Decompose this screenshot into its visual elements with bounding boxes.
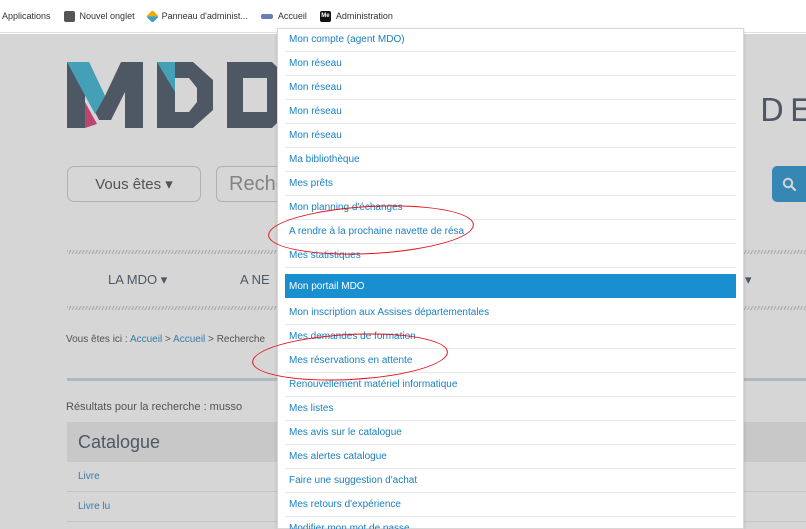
bookmark-label: Nouvel onglet bbox=[79, 11, 135, 21]
breadcrumb-separator: > bbox=[162, 334, 174, 345]
bookmark-applications[interactable]: Applications bbox=[2, 11, 51, 21]
menu-item-demandes-formation[interactable]: Mes demandes de formation bbox=[285, 325, 736, 349]
search-button[interactable] bbox=[772, 166, 806, 202]
bookmark-nouvel-onglet[interactable]: Nouvel onglet bbox=[63, 10, 135, 22]
menu-item-mon-reseau-4[interactable]: Mon réseau bbox=[285, 124, 736, 148]
browser-window: Applications Nouvel onglet Panneau d'adm… bbox=[0, 0, 806, 529]
menu-item-mes-prets[interactable]: Mes prêts bbox=[285, 172, 736, 196]
breadcrumb-prefix: Vous êtes ici : bbox=[66, 334, 130, 345]
menu-item-mes-statistiques[interactable]: Mes statistiques bbox=[285, 244, 736, 268]
site-logo-icon bbox=[260, 13, 273, 19]
menu-item-avis-catalogue[interactable]: Mes avis sur le catalogue bbox=[285, 421, 736, 445]
me-logo-icon: Me bbox=[319, 10, 331, 22]
admin-logo-icon bbox=[145, 9, 159, 23]
mdo-logo[interactable] bbox=[67, 62, 282, 128]
bookmark-label: Administration bbox=[335, 11, 393, 21]
nav-la-mdo[interactable]: LA MDO ▾ bbox=[108, 272, 167, 288]
breadcrumb-current: > Recherche bbox=[205, 334, 266, 345]
bookmark-label: Accueil bbox=[277, 11, 307, 21]
account-dropdown-menu: Mon compte (agent MDO) Mon réseau Mon ré… bbox=[277, 28, 744, 529]
breadcrumb: Vous êtes ici : Accueil > Accueil > Rech… bbox=[66, 334, 265, 345]
bookmark-label: Panneau d'administ... bbox=[161, 11, 248, 21]
site-title-fragment: DE bbox=[760, 93, 806, 129]
menu-item-reservations-attente[interactable]: Mes réservations en attente bbox=[285, 349, 736, 373]
menu-item-retours-experience[interactable]: Mes retours d'expérience bbox=[285, 493, 736, 517]
menu-item-mon-reseau-1[interactable]: Mon réseau bbox=[285, 52, 736, 76]
menu-item-ma-bibliotheque[interactable]: Ma bibliothèque bbox=[285, 148, 736, 172]
bookmark-panneau-admin[interactable]: Panneau d'administ... bbox=[145, 9, 248, 23]
search-icon bbox=[782, 177, 796, 191]
menu-item-a-rendre-navette[interactable]: A rendre à la prochaine navette de résa bbox=[285, 220, 736, 244]
menu-item-suggestion-achat[interactable]: Faire une suggestion d'achat bbox=[285, 469, 736, 493]
bookmark-label: Applications bbox=[2, 11, 51, 21]
menu-item-alertes-catalogue[interactable]: Mes alertes catalogue bbox=[285, 445, 736, 469]
breadcrumb-link-accueil-2[interactable]: Accueil bbox=[173, 334, 205, 345]
menu-item-modifier-mot-de-passe[interactable]: Modifier mon mot de passe bbox=[285, 517, 736, 529]
bookmark-accueil[interactable]: Accueil bbox=[260, 11, 307, 21]
globe-icon bbox=[63, 10, 75, 22]
bookmark-administration[interactable]: Me Administration bbox=[319, 10, 393, 22]
menu-item-mon-reseau-3[interactable]: Mon réseau bbox=[285, 100, 736, 124]
breadcrumb-link-accueil[interactable]: Accueil bbox=[130, 334, 162, 345]
menu-item-mon-reseau-2[interactable]: Mon réseau bbox=[285, 76, 736, 100]
vous-etes-button[interactable]: Vous êtes ▾ bbox=[67, 166, 201, 202]
nav-a-ne[interactable]: A NE bbox=[240, 272, 270, 287]
menu-item-mes-listes[interactable]: Mes listes bbox=[285, 397, 736, 421]
menu-item-renouvellement-materiel[interactable]: Renouvellement matériel informatique bbox=[285, 373, 736, 397]
nav-caret[interactable]: ▾ bbox=[745, 272, 752, 288]
results-text: Résultats pour la recherche : musso bbox=[66, 401, 243, 413]
menu-item-mon-compte[interactable]: Mon compte (agent MDO) bbox=[285, 28, 736, 52]
menu-item-mon-portail-mdo[interactable]: Mon portail MDO bbox=[285, 274, 736, 298]
menu-item-inscription-assises[interactable]: Mon inscription aux Assises départementa… bbox=[285, 301, 736, 325]
menu-item-planning-echanges[interactable]: Mon planning d'échanges bbox=[285, 196, 736, 220]
